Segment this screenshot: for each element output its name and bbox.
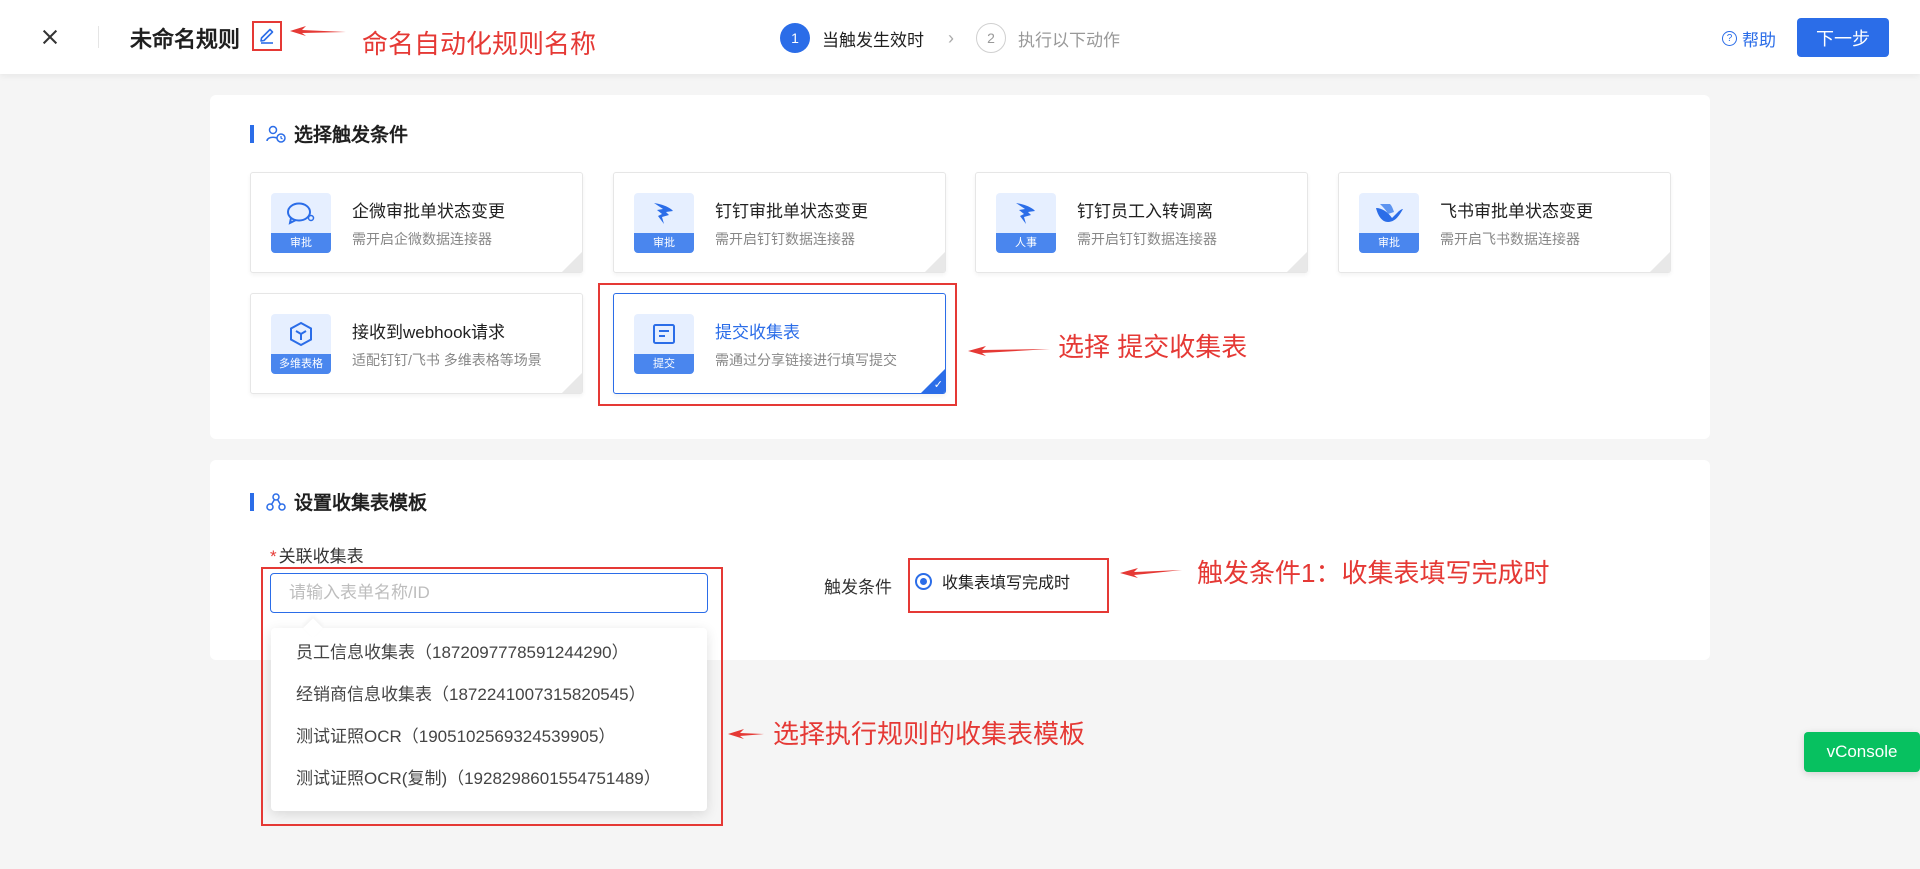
card-icon-box: 多维表格	[271, 314, 331, 374]
card-desc: 需开启钉钉数据连接器	[1077, 231, 1217, 247]
feishu-icon	[1359, 193, 1419, 233]
card-title: 接收到webhook请求	[352, 323, 506, 342]
annotation-arrow-template	[728, 729, 764, 739]
help-link[interactable]: ? 帮助	[1722, 26, 1776, 51]
required-mark: *	[270, 547, 277, 566]
template-section-title: 设置收集表模板	[250, 488, 427, 515]
annotation-arrow-trigger	[1120, 568, 1182, 578]
card-desc: 需开启企微数据连接器	[352, 231, 492, 247]
card-tag: 审批	[634, 233, 694, 253]
nodes-icon	[266, 492, 286, 512]
header-divider	[98, 26, 99, 48]
card-title: 钉钉审批单状态变更	[715, 202, 868, 221]
trigger-card-dingtalk-approval[interactable]: 审批 钉钉审批单状态变更 需开启钉钉数据连接器	[613, 172, 946, 273]
card-title: 企微审批单状态变更	[352, 202, 505, 221]
card-corner	[925, 252, 945, 272]
wechat-work-icon	[271, 193, 331, 233]
card-corner	[1650, 252, 1670, 272]
trigger-section-label: 选择触发条件	[294, 125, 409, 146]
step-indicator: 1 当触发生效时 › 2 执行以下动作	[780, 22, 1120, 54]
trigger-card-feishu-approval[interactable]: 审批 飞书审批单状态变更 需开启飞书数据连接器	[1338, 172, 1671, 273]
step-1-label: 当触发生效时	[822, 30, 924, 50]
next-step-button[interactable]: 下一步	[1797, 18, 1889, 57]
card-desc: 需开启钉钉数据连接器	[715, 231, 855, 247]
card-title: 飞书审批单状态变更	[1440, 202, 1593, 221]
trigger-panel: 选择触发条件 审批 企微审批单状态变更 需开启企微数据连接器 审批 钉钉审批单状…	[210, 95, 1710, 439]
annotation-select-template: 选择执行规则的收集表模板	[773, 719, 1086, 749]
card-icon-box: 人事	[996, 193, 1056, 253]
card-corner	[562, 373, 582, 393]
step-1-number: 1	[780, 23, 810, 53]
annotation-select-form: 选择 提交收集表	[1058, 332, 1248, 362]
dingtalk-icon	[634, 193, 694, 233]
rule-name-title: 未命名规则	[130, 27, 241, 52]
card-icon-box: 审批	[634, 193, 694, 253]
step-2-number: 2	[976, 23, 1006, 53]
card-tag: 人事	[996, 233, 1056, 253]
cube-icon	[271, 314, 331, 354]
trigger-card-wecom-approval[interactable]: 审批 企微审批单状态变更 需开启企微数据连接器	[250, 172, 583, 273]
edit-name-button[interactable]	[252, 21, 282, 51]
annotation-rename: 命名自动化规则名称	[362, 29, 597, 59]
annotation-arrow-rename	[290, 26, 346, 36]
section-bar	[250, 124, 254, 143]
card-corner	[1287, 252, 1307, 272]
vconsole-button[interactable]: vConsole	[1804, 732, 1920, 772]
trigger-card-webhook[interactable]: 多维表格 接收到webhook请求 适配钉钉/飞书 多维表格等场景	[250, 293, 583, 394]
card-desc: 适配钉钉/飞书 多维表格等场景	[352, 352, 542, 368]
annotation-box-selected-card	[598, 283, 957, 406]
chevron-right-icon: ›	[948, 27, 954, 48]
card-title: 钉钉员工入转调离	[1077, 202, 1213, 221]
card-tag: 审批	[271, 233, 331, 253]
annotation-trigger-condition: 触发条件1：收集表填写完成时	[1197, 558, 1550, 588]
template-section-label: 设置收集表模板	[294, 493, 428, 514]
annotation-box-trigger-condition	[908, 558, 1109, 613]
card-desc: 需开启飞书数据连接器	[1440, 231, 1580, 247]
linked-form-label-text: 关联收集表	[278, 547, 364, 566]
card-icon-box: 审批	[1359, 193, 1419, 253]
trigger-section-title: 选择触发条件	[250, 120, 408, 147]
card-corner	[562, 252, 582, 272]
help-label: 帮助	[1742, 31, 1776, 50]
card-tag: 多维表格	[271, 354, 331, 374]
person-clock-icon	[266, 124, 286, 144]
help-icon: ?	[1722, 31, 1737, 46]
close-icon[interactable]	[38, 25, 62, 49]
card-tag: 审批	[1359, 233, 1419, 253]
dingtalk-icon	[996, 193, 1056, 233]
step-2-label: 执行以下动作	[1018, 30, 1120, 50]
trigger-condition-label: 触发条件	[824, 578, 892, 597]
section-bar	[250, 492, 254, 511]
annotation-arrow-select-form	[968, 346, 1050, 356]
linked-form-label: * 关联收集表	[270, 542, 364, 567]
annotation-box-form-template	[261, 567, 723, 826]
card-icon-box: 审批	[271, 193, 331, 253]
pencil-icon	[260, 28, 274, 44]
trigger-card-dingtalk-hr[interactable]: 人事 钉钉员工入转调离 需开启钉钉数据连接器	[975, 172, 1308, 273]
